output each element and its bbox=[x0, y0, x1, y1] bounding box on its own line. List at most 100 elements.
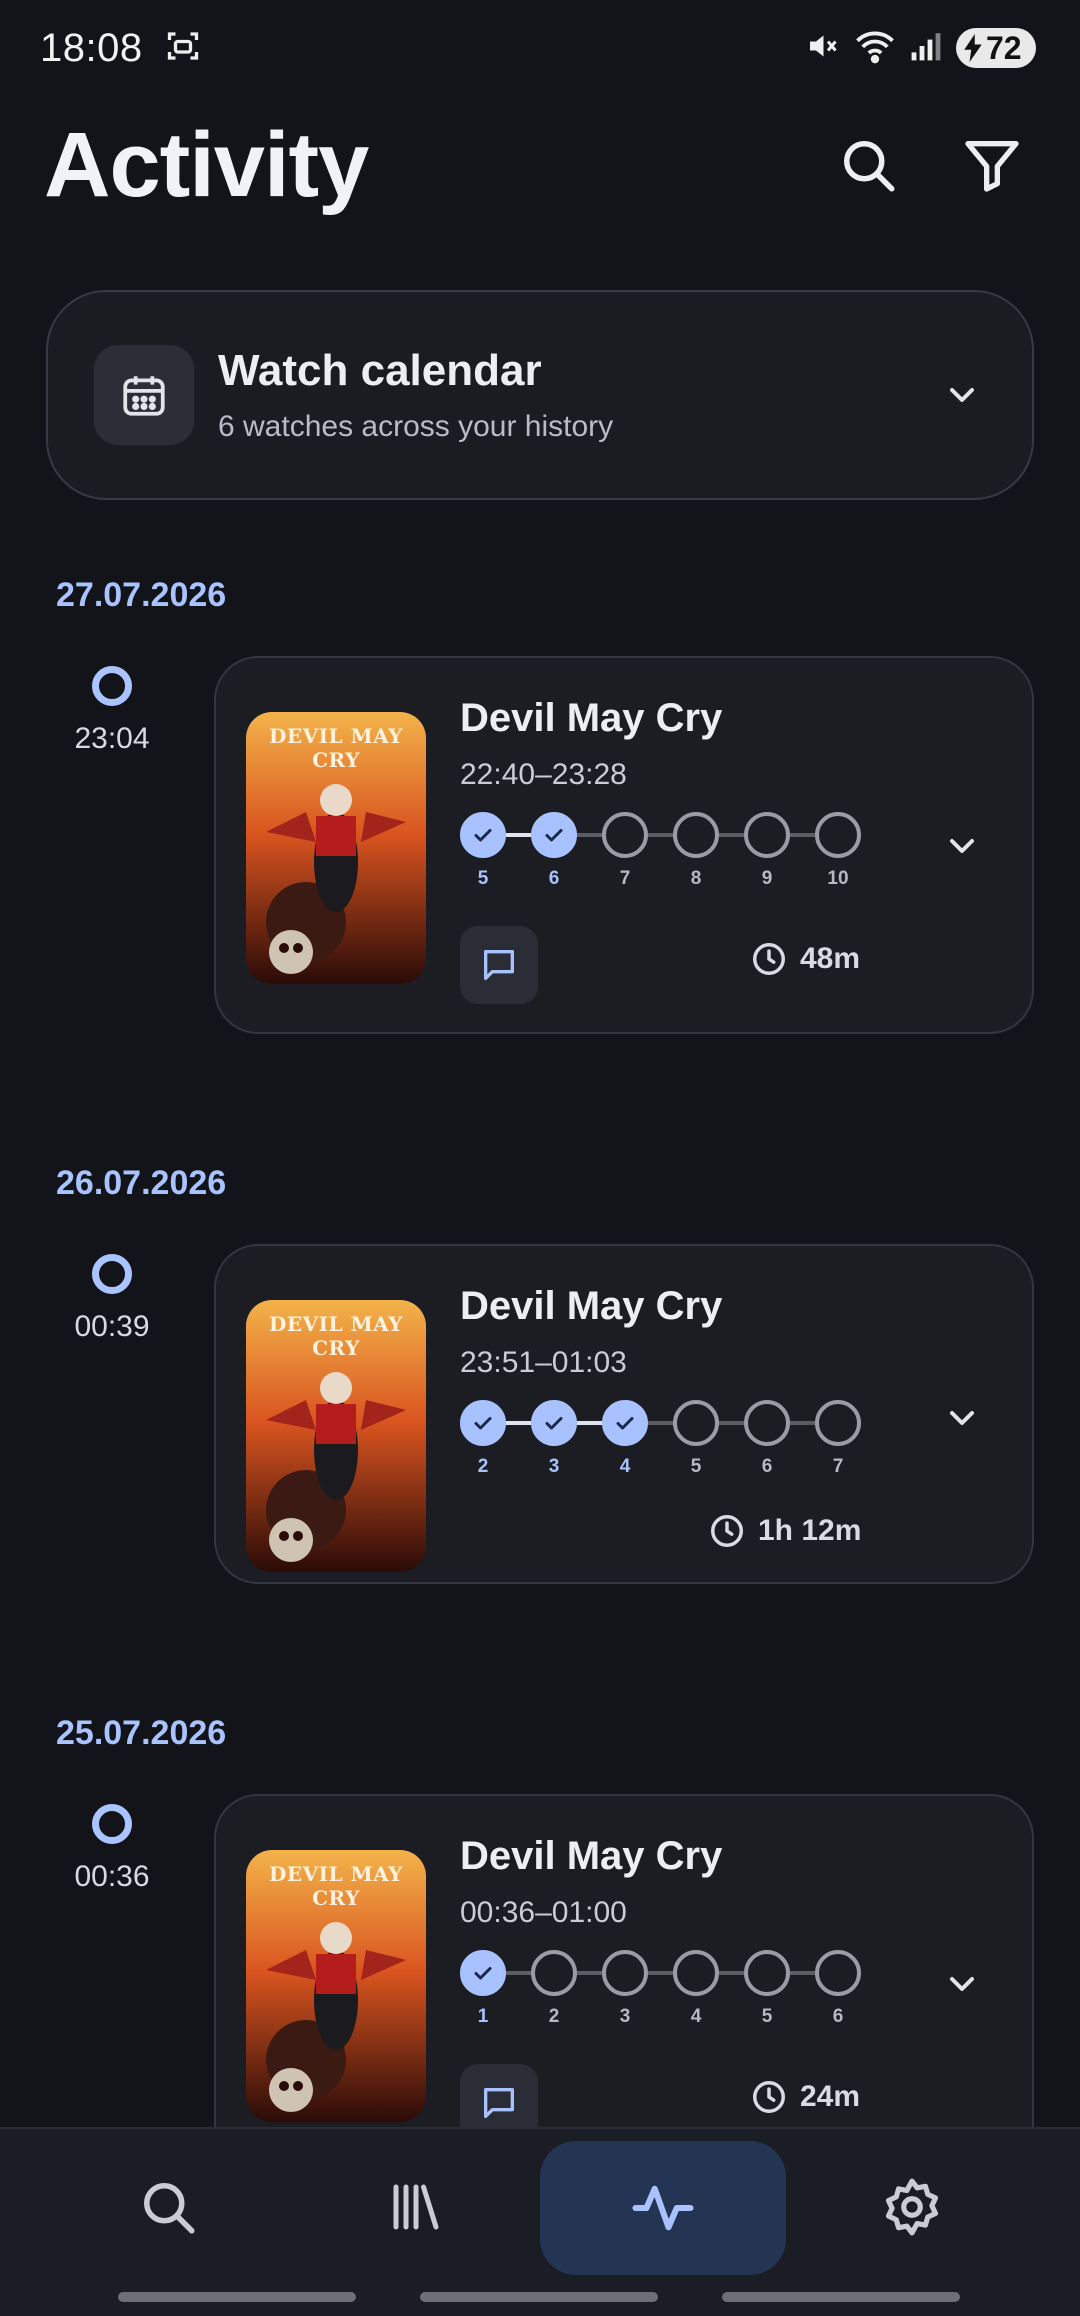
episode-number: 8 bbox=[690, 868, 702, 889]
episode-circle bbox=[460, 1950, 506, 1996]
status-bar: 18:08 72 bbox=[0, 0, 1080, 96]
activity-card[interactable]: DEVIL MAY CRY Devil May Cry 22:40–23:28 … bbox=[214, 656, 1034, 1034]
episode-marker[interactable]: 7 bbox=[602, 812, 648, 890]
card-expand-button[interactable] bbox=[938, 1394, 986, 1442]
episode-marker[interactable]: 2 bbox=[460, 1400, 506, 1478]
episode-connector bbox=[648, 1421, 673, 1425]
episode-circle bbox=[744, 1400, 790, 1446]
episode-marker[interactable]: 10 bbox=[815, 812, 861, 890]
clock-icon bbox=[753, 2081, 785, 2113]
timeline-dot bbox=[92, 1804, 132, 1844]
episode-connector bbox=[577, 1971, 602, 1975]
episode-marker[interactable]: 6 bbox=[744, 1400, 790, 1478]
timeline-time: 23:04 bbox=[74, 722, 150, 755]
episode-number: 7 bbox=[832, 1456, 844, 1477]
check-icon bbox=[545, 1417, 563, 1430]
watch-duration: 24m bbox=[750, 2078, 860, 2116]
show-poster: DEVIL MAY CRY bbox=[246, 1850, 426, 2122]
watch-time-range: 23:51–01:03 bbox=[460, 1346, 627, 1379]
episode-connector bbox=[648, 833, 673, 837]
episode-number: 4 bbox=[690, 2006, 702, 2027]
episode-circle bbox=[744, 1950, 790, 1996]
nav-activity[interactable] bbox=[540, 2141, 786, 2275]
watch-duration: 48m bbox=[750, 940, 860, 978]
gesture-bar-left bbox=[118, 2292, 356, 2302]
episode-connector bbox=[506, 1421, 531, 1425]
episode-circle bbox=[531, 1950, 577, 1996]
poster-logo: DEVIL MAY CRY bbox=[269, 1862, 403, 1910]
episode-number: 5 bbox=[690, 1456, 702, 1477]
episode-connector bbox=[719, 1971, 744, 1975]
episode-number: 3 bbox=[548, 1456, 560, 1477]
nav-library[interactable] bbox=[316, 2143, 516, 2271]
calendar-expand-button[interactable] bbox=[938, 371, 986, 419]
comment-icon bbox=[484, 950, 514, 980]
episode-progress: 2 3 4 5 6 7 bbox=[460, 1400, 861, 1478]
nav-settings[interactable] bbox=[812, 2143, 1012, 2271]
episode-marker[interactable]: 3 bbox=[531, 1400, 577, 1478]
card-expand-button[interactable] bbox=[938, 822, 986, 870]
chevron-down-icon bbox=[950, 839, 974, 853]
poster-logo: DEVIL MAY CRY bbox=[269, 724, 403, 772]
show-title: Devil May Cry bbox=[460, 1834, 723, 1878]
chevron-down-icon bbox=[950, 388, 974, 402]
episode-marker[interactable]: 7 bbox=[815, 1400, 861, 1478]
episode-marker[interactable]: 5 bbox=[744, 1950, 790, 2028]
episode-circle bbox=[460, 1400, 506, 1446]
activity-icon bbox=[632, 2185, 694, 2231]
episode-marker[interactable]: 4 bbox=[673, 1950, 719, 2028]
check-icon bbox=[616, 1417, 634, 1430]
episode-marker[interactable]: 9 bbox=[744, 812, 790, 890]
clock-icon bbox=[753, 943, 785, 975]
episode-circle bbox=[531, 1400, 577, 1446]
episode-circle bbox=[602, 1400, 648, 1446]
note-button[interactable] bbox=[460, 926, 538, 1004]
activity-card[interactable]: DEVIL MAY CRY Devil May Cry 23:51–01:03 … bbox=[214, 1244, 1034, 1584]
comment-icon bbox=[484, 2088, 514, 2118]
check-icon bbox=[474, 1417, 492, 1430]
watch-duration: 1h 12m bbox=[708, 1512, 861, 1550]
episode-marker[interactable]: 5 bbox=[673, 1400, 719, 1478]
nav-search[interactable] bbox=[68, 2143, 268, 2271]
episode-marker[interactable]: 8 bbox=[673, 812, 719, 890]
library-icon bbox=[393, 2184, 439, 2230]
episode-connector bbox=[790, 1421, 815, 1425]
status-time: 18:08 bbox=[40, 25, 143, 70]
episode-circle bbox=[744, 812, 790, 858]
wifi-icon bbox=[854, 28, 896, 69]
duration-value: 48m bbox=[800, 942, 861, 975]
watch-calendar-card[interactable]: Watch calendar 6 watches across your his… bbox=[46, 290, 1034, 500]
episode-marker[interactable]: 5 bbox=[460, 812, 506, 890]
episode-marker[interactable]: 2 bbox=[531, 1950, 577, 2028]
episode-circle bbox=[602, 812, 648, 858]
timeline-time: 00:39 bbox=[74, 1310, 150, 1343]
episode-progress: 1 2 3 4 5 6 bbox=[460, 1950, 861, 2028]
screenshot-icon bbox=[165, 28, 201, 69]
episode-marker[interactable]: 4 bbox=[602, 1400, 648, 1478]
episode-connector bbox=[506, 833, 531, 837]
card-expand-button[interactable] bbox=[938, 1960, 986, 2008]
episode-circle bbox=[531, 812, 577, 858]
show-poster: DEVIL MAY CRY bbox=[246, 1300, 426, 1572]
search-button[interactable] bbox=[834, 131, 902, 199]
date-header: 25.07.2026 bbox=[56, 1714, 227, 1752]
episode-circle bbox=[815, 1400, 861, 1446]
calendar-subtitle: 6 watches across your history bbox=[218, 410, 614, 443]
episode-circle bbox=[673, 1950, 719, 1996]
episode-number: 7 bbox=[619, 868, 631, 889]
episode-marker[interactable]: 6 bbox=[531, 812, 577, 890]
episode-marker[interactable]: 3 bbox=[602, 1950, 648, 2028]
episode-connector bbox=[719, 833, 744, 837]
check-icon bbox=[545, 829, 563, 842]
episode-marker[interactable]: 1 bbox=[460, 1950, 506, 2028]
episode-connector bbox=[577, 1421, 602, 1425]
calendar-title: Watch calendar bbox=[218, 346, 542, 395]
check-icon bbox=[474, 829, 492, 842]
page-header: Activity bbox=[44, 110, 1036, 220]
filter-button[interactable] bbox=[958, 131, 1026, 199]
episode-marker[interactable]: 6 bbox=[815, 1950, 861, 2028]
search-icon bbox=[844, 141, 895, 192]
calendar-icon-box bbox=[94, 345, 194, 445]
poster-logo: DEVIL MAY CRY bbox=[269, 1312, 403, 1360]
watch-time-range: 22:40–23:28 bbox=[460, 758, 627, 791]
